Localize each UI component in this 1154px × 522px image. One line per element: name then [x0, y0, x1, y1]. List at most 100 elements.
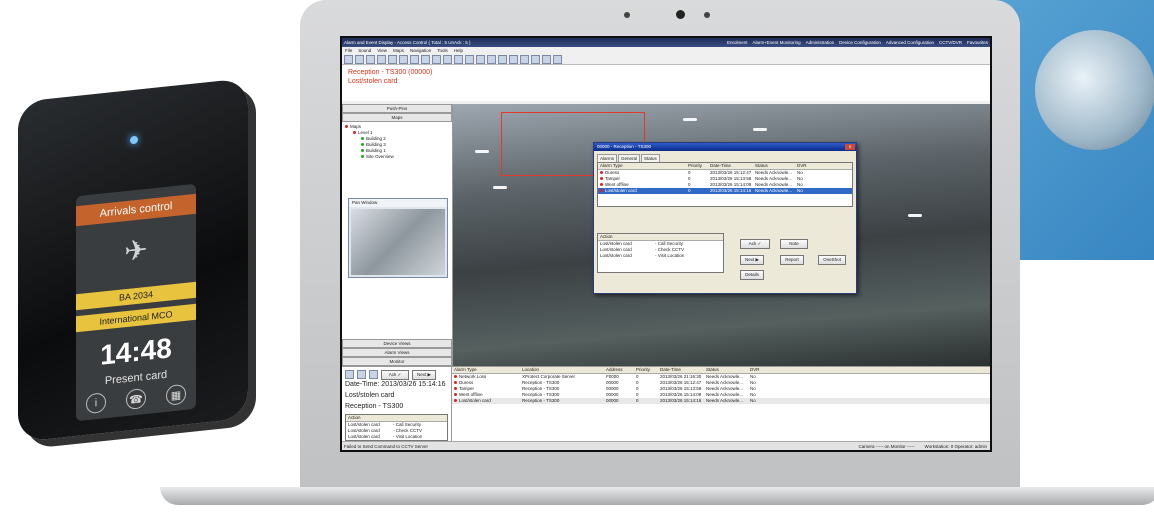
menu-tools[interactable]: Tools — [437, 48, 448, 53]
next-button[interactable]: Next ▶ — [412, 369, 436, 380]
toolbar-button[interactable] — [369, 370, 378, 379]
alarm-event-display-window: Alarm and Event Display - Access Control… — [342, 38, 990, 450]
note-button[interactable]: Note — [780, 239, 808, 249]
toolbar-button[interactable] — [355, 54, 364, 64]
device-views-tab[interactable]: Device Views — [342, 339, 452, 348]
left-panel: Push-Pins Maps Maps Level 1 Building 2 B… — [342, 104, 453, 366]
aircraft-marker — [683, 118, 697, 121]
maps-tab[interactable]: Maps — [342, 113, 452, 122]
toolbar-button[interactable] — [366, 54, 375, 64]
alarm-dot-icon — [345, 125, 348, 128]
nav-administration[interactable]: Administration — [806, 40, 835, 45]
toolbar-button[interactable] — [520, 54, 529, 64]
toolbar-button[interactable] — [388, 54, 397, 64]
table-row[interactable]: Lost/stolen card Reception - TS300 00000 0… — [452, 398, 990, 404]
ack-button[interactable]: Ack ✓ — [381, 369, 409, 380]
airplane-image — [1035, 30, 1154, 150]
tree-item-site-overview[interactable]: Site Overview — [345, 154, 449, 160]
laptop: Alarm and Event Display - Access Control… — [160, 0, 1154, 505]
toolbar — [342, 54, 990, 65]
selected-alarm-datetime: Date-Time: 2013/03/26 15:14:16 — [345, 381, 446, 388]
nav-enrolment[interactable]: Enrolment — [727, 40, 748, 45]
action-list: Action Lost/stolen card - Call Security L… — [597, 233, 724, 273]
alarm-dot-icon — [454, 393, 457, 396]
menu-navigation[interactable]: Navigation — [410, 48, 431, 53]
report-button[interactable]: Report — [780, 255, 804, 265]
nav-cctv-dvr[interactable]: CCTV/DVR — [939, 40, 962, 45]
title-bar: Alarm and Event Display - Access Control… — [342, 38, 990, 47]
camera-dot — [624, 12, 630, 18]
nav-alarm-monitoring[interactable]: Alarm+Event Monitoring — [752, 40, 800, 45]
menu-maps[interactable]: Maps — [393, 48, 404, 53]
camera-dot — [704, 12, 710, 18]
phone-icon[interactable]: ☎ — [126, 387, 146, 411]
toolbar-button[interactable] — [509, 54, 518, 64]
alarm-dot-icon — [454, 381, 457, 384]
tab-alarms[interactable]: Alarms — [597, 154, 618, 162]
toolbar-button[interactable] — [377, 54, 386, 64]
toolbar-button[interactable] — [421, 54, 430, 64]
ok-dot-icon — [361, 149, 364, 152]
toolbar-button[interactable] — [410, 54, 419, 64]
toolbar-button[interactable] — [465, 54, 474, 64]
toolbar-button[interactable] — [531, 54, 540, 64]
window-title: Alarm and Event Display - Access Control… — [344, 40, 471, 45]
toolbar-button[interactable] — [553, 54, 562, 64]
tab-status[interactable]: Status — [641, 154, 660, 162]
action-item[interactable]: Lost/stolen card - Visit Location — [346, 434, 447, 440]
alarm-banner-location: Reception - TS300 (00000) — [348, 69, 433, 76]
camera-monitor-status: Camera ----- on Monitor ----- — [858, 443, 915, 449]
menu-view[interactable]: View — [377, 48, 387, 53]
aircraft-marker — [908, 214, 922, 217]
toolbar-button[interactable] — [476, 54, 485, 64]
table-header: Alarm Type Location Address Priority Dat… — [452, 367, 990, 374]
top-navigation: Enrolment Alarm+Event Monitoring Adminis… — [727, 40, 988, 45]
status-message: Failed to Send Command to CCTV Server — [344, 443, 429, 449]
binoculars-icon[interactable] — [345, 370, 354, 379]
push-pins-tab[interactable]: Push-Pins — [342, 104, 452, 113]
pan-window-thumbnail[interactable] — [351, 209, 445, 275]
keypad-icon[interactable]: ▦ — [166, 383, 186, 406]
ack-button[interactable]: Ack ✓ — [740, 239, 770, 249]
tab-general[interactable]: General — [618, 154, 641, 162]
alarm-views-tab[interactable]: Alarm Views — [342, 348, 452, 357]
toolbar-button[interactable] — [443, 54, 452, 64]
screen-bezel: Alarm and Event Display - Access Control… — [340, 36, 992, 452]
terminal-header: Arrivals control — [76, 193, 196, 227]
pan-window-title: Pan Window — [349, 199, 447, 207]
oneshot-button[interactable]: OneShot — [818, 255, 846, 265]
menu-file[interactable]: File — [345, 48, 352, 53]
site-map-view[interactable]: 00000 - Reception - TS300 ✕ Alarms Genera… — [453, 104, 990, 366]
toolbar-button[interactable] — [344, 54, 353, 64]
action-item[interactable]: Lost/stolen card - Visit Location — [598, 253, 723, 259]
pan-window[interactable]: Pan Window — [348, 198, 448, 278]
toolbar-button[interactable] — [498, 54, 507, 64]
laptop-base — [160, 487, 1154, 505]
nav-device-configuration[interactable]: Device Configuration — [839, 40, 881, 45]
nav-favourites[interactable]: Favourites — [967, 40, 988, 45]
toolbar-button[interactable] — [487, 54, 496, 64]
monitor-tab[interactable]: Monitor — [342, 357, 452, 366]
details-button[interactable]: Details — [740, 270, 764, 280]
aircraft-marker — [753, 128, 767, 131]
close-icon[interactable]: ✕ — [845, 144, 855, 150]
nav-advanced-configuration[interactable]: Advanced Configuration — [886, 40, 934, 45]
toolbar-button[interactable] — [454, 54, 463, 64]
dialog-alarm-table: Alarm Type Priority Date-Time Status DVR… — [597, 162, 853, 207]
toolbar-button[interactable] — [542, 54, 551, 64]
info-icon[interactable]: i — [86, 392, 106, 415]
menu-help[interactable]: Help — [454, 48, 463, 53]
map-tree: Maps Level 1 Building 2 Building 3 Build… — [342, 122, 452, 162]
menu-sound[interactable]: Sound — [358, 48, 371, 53]
alarm-dot-icon — [600, 171, 603, 174]
toolbar-button[interactable] — [357, 370, 366, 379]
toolbar-button[interactable] — [432, 54, 441, 64]
alarm-dot-icon — [353, 131, 356, 134]
selected-alarm-type: Lost/stolen card — [345, 392, 395, 399]
toolbar-button[interactable] — [399, 54, 408, 64]
alarm-list: Alarm Type Location Address Priority Dat… — [452, 367, 990, 443]
alarm-dot-icon — [600, 189, 603, 192]
next-button[interactable]: Next ▶ — [740, 255, 764, 265]
ok-dot-icon — [361, 137, 364, 140]
action-header: Action — [348, 415, 361, 420]
